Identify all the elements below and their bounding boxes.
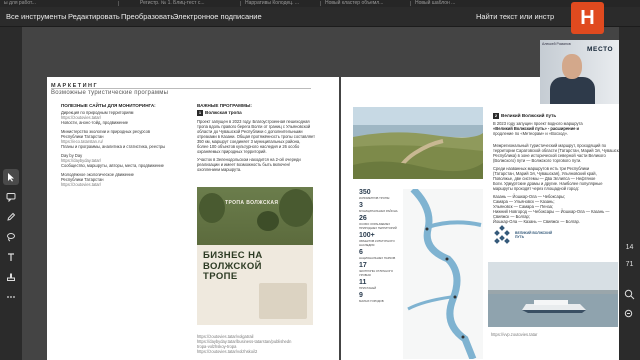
stat-item: 6 НАЦИОНАЛЬНЫХ ПАРКОВ [359, 249, 396, 260]
col1-list: Дирекция по природным территориям https:… [61, 110, 166, 187]
webcam-brand: МЕСТО [587, 46, 614, 53]
select-tool-button[interactable] [3, 169, 19, 185]
page-left: МАРКЕТИНГ Возможные туристические програ… [47, 77, 339, 360]
webcam-overlay: МЕСТО Алексей Романов [540, 40, 619, 104]
stat-item: 3 МУНИЦИПАЛЬНЫХ РАЙОНА [359, 202, 398, 213]
more-tools-button[interactable] [3, 289, 19, 305]
section-subtitle: Возможные туристические программы [51, 90, 169, 96]
program-2-text: Межрегиональный туристический маршрут, п… [493, 143, 624, 224]
edit-button[interactable]: Редактировать [68, 11, 120, 23]
vvp-logo-text: ВЕЛИКИЙ ВОЛЖСКИЙ ПУТЬ [515, 231, 553, 239]
esign-button[interactable]: Электронное подписание [173, 11, 262, 23]
comment-icon [6, 193, 16, 202]
right-rail: 14 71 [619, 27, 640, 360]
tab-1[interactable]: ы для работ... [4, 0, 64, 7]
zoom-out-button[interactable] [624, 307, 635, 318]
text-tool-button[interactable] [3, 249, 19, 265]
lasso-tool-button[interactable] [3, 229, 19, 245]
links-list: https://zoutovies.tatar/volgatrail https… [197, 334, 292, 354]
zoom-out-icon [624, 309, 633, 318]
stat-item: 350 КИЛОМЕТРОВ ТРОПЫ [359, 189, 390, 200]
vvp-logo: ВЕЛИКИЙ ВОЛЖСКИЙ ПУТЬ [491, 225, 571, 255]
stat-item: 100+ ОБЪЕКТОВ КУЛЬТУРНОГО НАСЛЕДИЯ [359, 232, 395, 247]
all-tools-button[interactable]: Все инструменты [6, 11, 67, 23]
program-1-text: Проект запущен в 2023 году. Благоустроен… [197, 119, 315, 172]
stats-list: 350 КИЛОМЕТРОВ ТРОПЫ 3 МУНИЦИПАЛЬНЫХ РАЙОН… [359, 189, 401, 305]
avatar [562, 54, 582, 79]
vvp-logo-icon [494, 225, 510, 244]
stat-item: 11 ПРИСТАНЕЙ [359, 279, 377, 290]
tab-4[interactable]: Новый кластер объемл... [325, 0, 405, 7]
program-1-title: 1 Волжская тропа [197, 110, 242, 116]
pen-icon [7, 212, 16, 221]
poster-image: ТРОПА ВОЛЖСКАЯ БИЗНЕС НА ВОЛЖСКОЙ ТРОПЕ [197, 187, 313, 325]
document-canvas[interactable]: МАРКЕТИНГ Возможные туристические програ… [22, 27, 631, 360]
stamp-tool-button[interactable] [3, 269, 19, 285]
lasso-icon [7, 233, 15, 242]
comment-tool-button[interactable] [3, 189, 19, 205]
stamp-icon [7, 273, 15, 281]
boat-photo [488, 262, 618, 327]
zoom-in-button[interactable] [624, 287, 635, 300]
zoom-value-bottom: 71 [625, 261, 634, 268]
app-window: ы для работ... Регистр. № 1. Блиц-тест с… [0, 0, 640, 360]
tab-3[interactable]: Нарративы Колодец. ... [245, 0, 315, 7]
stat-item: 17 ЭКОТРОПЫ ОТЛИЧНОГО УРОВНЯ [359, 262, 393, 277]
program-2-title: 2 Великий Волжский путь [493, 113, 557, 119]
program-2-intro: В 2023 году запущен проект водного маршр… [493, 121, 583, 136]
webcam-name: Алексей Романов [542, 42, 571, 46]
zoom-value-top: 14 [625, 244, 634, 251]
stat-item: 9 МАЛЫХ ГОРОДОВ [359, 292, 384, 303]
poster-label: ТРОПА ВОЛЖСКАЯ [225, 200, 279, 206]
stat-item: 26 ОСОБО ОХРАНЯЕМЫХ ПРИРОДНЫХ ТЕРРИТОРИЙ [359, 215, 397, 230]
left-tool-rail [0, 27, 22, 360]
zoom-in-icon [624, 289, 635, 300]
toolbar: Все инструменты Редактировать Преобразов… [0, 7, 640, 27]
program-1-number: 1 [197, 110, 203, 116]
col1-header: ПОЛЕЗНЫЕ САЙТЫ ДЛЯ МОНИТОРИНГА: [61, 103, 156, 108]
program-2-number: 2 [493, 113, 499, 119]
page-right: 2 Великий Волжский путь В 2023 году запущ… [341, 77, 631, 360]
trail-photo [353, 107, 483, 179]
section-title: МАРКЕТИНГ [51, 83, 99, 89]
text-icon [8, 253, 14, 261]
tab-5[interactable]: Новый шаблон ... [415, 0, 475, 7]
draw-tool-button[interactable] [3, 209, 19, 225]
h-logo-badge: H [571, 2, 604, 34]
volga-map [403, 186, 483, 360]
vvp-link[interactable]: https://vvp.zoutovies.tatar [491, 332, 537, 337]
tab-strip: ы для работ... Регистр. № 1. Блиц-тест с… [0, 0, 640, 7]
col2-header: ВАЖНЫЕ ПРОГРАММЫ: [197, 103, 252, 108]
find-text-input[interactable]: Найти текст или инстр [476, 11, 554, 23]
poster-title: БИЗНЕС НА ВОЛЖСКОЙ ТРОПЕ [203, 250, 263, 282]
more-icon [7, 296, 15, 298]
tab-2[interactable]: Регистр. № 1. Блиц-тест с... [140, 0, 235, 7]
cursor-icon [8, 173, 14, 182]
convert-button[interactable]: Преобразовать [121, 11, 174, 23]
